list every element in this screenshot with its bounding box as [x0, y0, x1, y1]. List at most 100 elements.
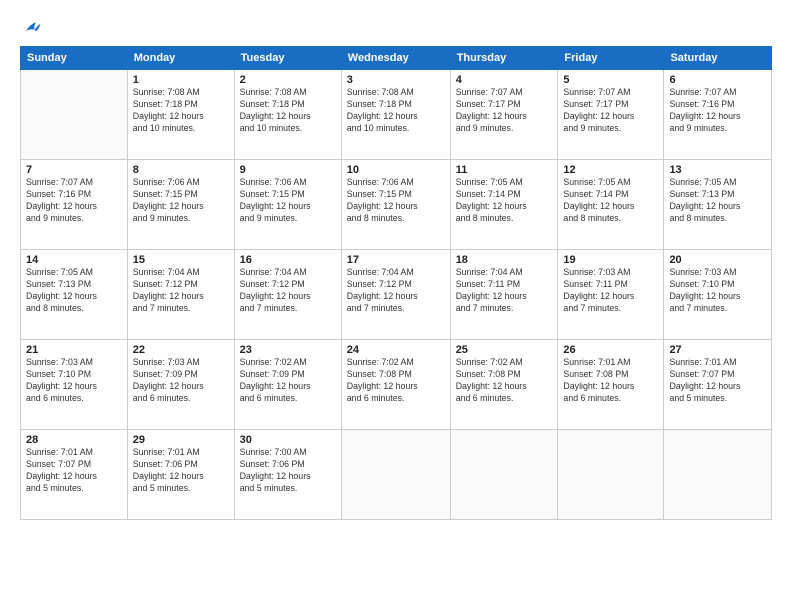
day-info: Sunrise: 7:05 AM Sunset: 7:14 PM Dayligh… — [563, 177, 658, 225]
day-number: 9 — [240, 164, 336, 176]
day-info: Sunrise: 7:07 AM Sunset: 7:16 PM Dayligh… — [26, 177, 122, 225]
day-info: Sunrise: 7:08 AM Sunset: 7:18 PM Dayligh… — [347, 87, 445, 135]
calendar-cell: 19Sunrise: 7:03 AM Sunset: 7:11 PM Dayli… — [558, 250, 664, 340]
calendar-cell: 30Sunrise: 7:00 AM Sunset: 7:06 PM Dayli… — [234, 430, 341, 520]
day-info: Sunrise: 7:03 AM Sunset: 7:11 PM Dayligh… — [563, 267, 658, 315]
calendar-cell: 12Sunrise: 7:05 AM Sunset: 7:14 PM Dayli… — [558, 160, 664, 250]
calendar-week-row: 28Sunrise: 7:01 AM Sunset: 7:07 PM Dayli… — [21, 430, 772, 520]
logo-bird-icon — [20, 18, 42, 40]
calendar-cell: 15Sunrise: 7:04 AM Sunset: 7:12 PM Dayli… — [127, 250, 234, 340]
day-info: Sunrise: 7:06 AM Sunset: 7:15 PM Dayligh… — [133, 177, 229, 225]
day-number: 19 — [563, 254, 658, 266]
day-info: Sunrise: 7:01 AM Sunset: 7:08 PM Dayligh… — [563, 357, 658, 405]
day-info: Sunrise: 7:03 AM Sunset: 7:10 PM Dayligh… — [669, 267, 766, 315]
calendar-cell: 28Sunrise: 7:01 AM Sunset: 7:07 PM Dayli… — [21, 430, 128, 520]
calendar-cell: 18Sunrise: 7:04 AM Sunset: 7:11 PM Dayli… — [450, 250, 558, 340]
calendar-cell: 16Sunrise: 7:04 AM Sunset: 7:12 PM Dayli… — [234, 250, 341, 340]
day-number: 29 — [133, 434, 229, 446]
calendar-cell: 20Sunrise: 7:03 AM Sunset: 7:10 PM Dayli… — [664, 250, 772, 340]
calendar-cell: 8Sunrise: 7:06 AM Sunset: 7:15 PM Daylig… — [127, 160, 234, 250]
calendar-cell — [558, 430, 664, 520]
calendar-cell: 21Sunrise: 7:03 AM Sunset: 7:10 PM Dayli… — [21, 340, 128, 430]
day-number: 22 — [133, 344, 229, 356]
weekday-header-friday: Friday — [558, 47, 664, 70]
day-number: 17 — [347, 254, 445, 266]
day-number: 5 — [563, 74, 658, 86]
calendar-cell — [450, 430, 558, 520]
day-info: Sunrise: 7:03 AM Sunset: 7:09 PM Dayligh… — [133, 357, 229, 405]
day-number: 15 — [133, 254, 229, 266]
calendar-cell: 11Sunrise: 7:05 AM Sunset: 7:14 PM Dayli… — [450, 160, 558, 250]
day-number: 26 — [563, 344, 658, 356]
day-info: Sunrise: 7:07 AM Sunset: 7:17 PM Dayligh… — [563, 87, 658, 135]
day-number: 13 — [669, 164, 766, 176]
day-info: Sunrise: 7:06 AM Sunset: 7:15 PM Dayligh… — [347, 177, 445, 225]
weekday-header-saturday: Saturday — [664, 47, 772, 70]
calendar-cell: 14Sunrise: 7:05 AM Sunset: 7:13 PM Dayli… — [21, 250, 128, 340]
day-number: 14 — [26, 254, 122, 266]
day-number: 30 — [240, 434, 336, 446]
day-info: Sunrise: 7:07 AM Sunset: 7:17 PM Dayligh… — [456, 87, 553, 135]
day-info: Sunrise: 7:07 AM Sunset: 7:16 PM Dayligh… — [669, 87, 766, 135]
day-info: Sunrise: 7:02 AM Sunset: 7:08 PM Dayligh… — [456, 357, 553, 405]
day-info: Sunrise: 7:02 AM Sunset: 7:08 PM Dayligh… — [347, 357, 445, 405]
calendar-cell: 1Sunrise: 7:08 AM Sunset: 7:18 PM Daylig… — [127, 70, 234, 160]
weekday-header-monday: Monday — [127, 47, 234, 70]
day-info: Sunrise: 7:01 AM Sunset: 7:07 PM Dayligh… — [669, 357, 766, 405]
day-info: Sunrise: 7:01 AM Sunset: 7:06 PM Dayligh… — [133, 447, 229, 495]
weekday-header-tuesday: Tuesday — [234, 47, 341, 70]
calendar-cell: 27Sunrise: 7:01 AM Sunset: 7:07 PM Dayli… — [664, 340, 772, 430]
day-number: 10 — [347, 164, 445, 176]
day-info: Sunrise: 7:08 AM Sunset: 7:18 PM Dayligh… — [133, 87, 229, 135]
day-info: Sunrise: 7:08 AM Sunset: 7:18 PM Dayligh… — [240, 87, 336, 135]
calendar-table: SundayMondayTuesdayWednesdayThursdayFrid… — [20, 46, 772, 520]
calendar-cell: 6Sunrise: 7:07 AM Sunset: 7:16 PM Daylig… — [664, 70, 772, 160]
calendar-cell: 25Sunrise: 7:02 AM Sunset: 7:08 PM Dayli… — [450, 340, 558, 430]
calendar-cell: 9Sunrise: 7:06 AM Sunset: 7:15 PM Daylig… — [234, 160, 341, 250]
day-number: 2 — [240, 74, 336, 86]
day-number: 25 — [456, 344, 553, 356]
day-number: 21 — [26, 344, 122, 356]
day-info: Sunrise: 7:04 AM Sunset: 7:12 PM Dayligh… — [133, 267, 229, 315]
day-info: Sunrise: 7:05 AM Sunset: 7:14 PM Dayligh… — [456, 177, 553, 225]
day-number: 1 — [133, 74, 229, 86]
calendar-cell: 26Sunrise: 7:01 AM Sunset: 7:08 PM Dayli… — [558, 340, 664, 430]
day-number: 8 — [133, 164, 229, 176]
calendar-cell: 2Sunrise: 7:08 AM Sunset: 7:18 PM Daylig… — [234, 70, 341, 160]
day-info: Sunrise: 7:06 AM Sunset: 7:15 PM Dayligh… — [240, 177, 336, 225]
day-number: 7 — [26, 164, 122, 176]
day-info: Sunrise: 7:01 AM Sunset: 7:07 PM Dayligh… — [26, 447, 122, 495]
calendar-week-row: 1Sunrise: 7:08 AM Sunset: 7:18 PM Daylig… — [21, 70, 772, 160]
calendar-cell: 10Sunrise: 7:06 AM Sunset: 7:15 PM Dayli… — [341, 160, 450, 250]
day-info: Sunrise: 7:04 AM Sunset: 7:12 PM Dayligh… — [347, 267, 445, 315]
day-number: 4 — [456, 74, 553, 86]
weekday-header-sunday: Sunday — [21, 47, 128, 70]
day-number: 20 — [669, 254, 766, 266]
day-info: Sunrise: 7:05 AM Sunset: 7:13 PM Dayligh… — [669, 177, 766, 225]
day-number: 24 — [347, 344, 445, 356]
calendar-cell: 22Sunrise: 7:03 AM Sunset: 7:09 PM Dayli… — [127, 340, 234, 430]
day-number: 11 — [456, 164, 553, 176]
calendar-cell: 17Sunrise: 7:04 AM Sunset: 7:12 PM Dayli… — [341, 250, 450, 340]
day-info: Sunrise: 7:02 AM Sunset: 7:09 PM Dayligh… — [240, 357, 336, 405]
day-number: 6 — [669, 74, 766, 86]
weekday-header-thursday: Thursday — [450, 47, 558, 70]
day-info: Sunrise: 7:03 AM Sunset: 7:10 PM Dayligh… — [26, 357, 122, 405]
day-number: 3 — [347, 74, 445, 86]
day-info: Sunrise: 7:04 AM Sunset: 7:12 PM Dayligh… — [240, 267, 336, 315]
day-number: 28 — [26, 434, 122, 446]
day-info: Sunrise: 7:05 AM Sunset: 7:13 PM Dayligh… — [26, 267, 122, 315]
calendar-cell: 7Sunrise: 7:07 AM Sunset: 7:16 PM Daylig… — [21, 160, 128, 250]
day-number: 16 — [240, 254, 336, 266]
calendar-cell — [21, 70, 128, 160]
day-info: Sunrise: 7:04 AM Sunset: 7:11 PM Dayligh… — [456, 267, 553, 315]
calendar-cell — [341, 430, 450, 520]
day-number: 12 — [563, 164, 658, 176]
calendar-cell: 4Sunrise: 7:07 AM Sunset: 7:17 PM Daylig… — [450, 70, 558, 160]
calendar-cell: 29Sunrise: 7:01 AM Sunset: 7:06 PM Dayli… — [127, 430, 234, 520]
day-info: Sunrise: 7:00 AM Sunset: 7:06 PM Dayligh… — [240, 447, 336, 495]
calendar-cell — [664, 430, 772, 520]
logo — [20, 18, 46, 40]
calendar-cell: 24Sunrise: 7:02 AM Sunset: 7:08 PM Dayli… — [341, 340, 450, 430]
calendar-header-row: SundayMondayTuesdayWednesdayThursdayFrid… — [21, 47, 772, 70]
